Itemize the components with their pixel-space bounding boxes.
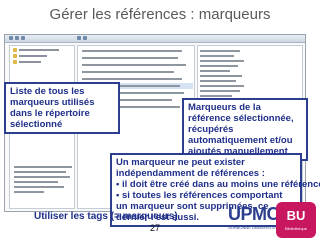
collection-item[interactable] [13, 60, 71, 64]
library-logo-text: BU [286, 208, 306, 223]
callout-bullet-text: il doit être créé dans au moins une réfé… [121, 179, 320, 190]
tag-line[interactable] [200, 85, 244, 87]
toolbar-icon[interactable] [9, 36, 13, 40]
window-toolbar [5, 35, 305, 43]
tag-selector[interactable] [14, 166, 74, 196]
tag-line[interactable] [200, 65, 238, 67]
tag-list-line [14, 191, 44, 193]
list-item-text [82, 64, 186, 66]
list-item[interactable] [79, 62, 193, 68]
page-number: 27 [150, 223, 161, 233]
tag-list-line [14, 166, 72, 168]
folder-icon [13, 54, 17, 58]
upmc-logo-text: UPMC [228, 204, 280, 224]
list-item-text [82, 57, 178, 59]
tag-line[interactable] [200, 50, 240, 52]
toolbar-icon[interactable] [77, 36, 81, 40]
list-item[interactable] [79, 55, 193, 61]
upmc-logo-subtitle: SORBONNE UNIVERSITÉS [228, 225, 279, 230]
tag-line[interactable] [200, 70, 230, 72]
tag-line[interactable] [200, 55, 234, 57]
library-logo: BU Bibliothèque [276, 202, 316, 238]
collection-item[interactable] [13, 48, 71, 52]
library-logo-subtitle: Bibliothèque [284, 226, 308, 231]
tag-list-line [14, 171, 66, 173]
trash-icon [13, 60, 17, 64]
list-item[interactable] [79, 69, 193, 75]
slide-title: Gérer les références : marqueurs [49, 6, 271, 23]
toolbar-icon[interactable] [83, 36, 87, 40]
toolbar-icon[interactable] [15, 36, 19, 40]
tag-list-line [14, 181, 58, 183]
callout-bullet: • il doit être créé dans au moins une ré… [116, 179, 320, 190]
list-item-text [82, 78, 182, 80]
tag-line[interactable] [200, 90, 240, 92]
callout-tag-list: Liste de tous les marqueurs utilisés dan… [4, 82, 120, 134]
collection-item[interactable] [13, 54, 71, 58]
collection-label [19, 61, 41, 63]
callout-item-tags: Marqueurs de la référence sélectionnée, … [182, 98, 308, 161]
item-tags-list [200, 50, 300, 105]
tag-list-line [14, 186, 64, 188]
list-item-text [82, 71, 174, 73]
slide-caption: Utiliser les tags (= marqueurs) [34, 211, 178, 222]
tag-line[interactable] [200, 60, 244, 62]
list-item[interactable] [79, 48, 193, 54]
tag-line[interactable] [200, 80, 236, 82]
list-item-text [82, 50, 182, 52]
toolbar-icon[interactable] [21, 36, 25, 40]
tag-line[interactable] [200, 95, 232, 97]
tag-line[interactable] [200, 75, 242, 77]
collection-label [19, 49, 59, 51]
upmc-logo: UPMC SORBONNE UNIVERSITÉS [228, 204, 280, 236]
collection-label [19, 55, 47, 57]
folder-icon [13, 48, 17, 52]
callout-intro: Un marqueur ne peut exister indépendamme… [116, 157, 265, 179]
tag-list-line [14, 176, 70, 178]
